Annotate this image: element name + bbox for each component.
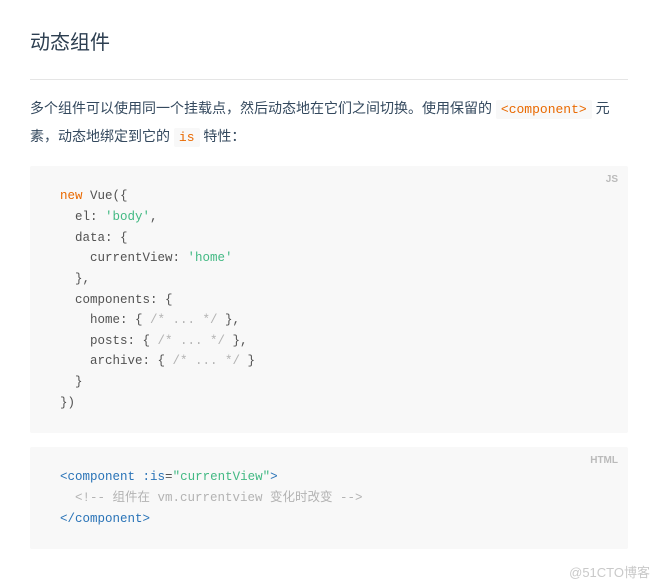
- tag-name: component: [75, 512, 143, 526]
- tag-bracket: <: [60, 470, 68, 484]
- text-segment: 多个组件可以使用同一个挂载点，然后动态地在它们之间切换。使用保留的: [30, 100, 496, 116]
- watermark: @51CTO博客: [569, 561, 650, 584]
- comment: /* ... */: [150, 313, 218, 327]
- string: 'home': [188, 251, 233, 265]
- code-text: home: {: [60, 313, 150, 327]
- comment: /* ... */: [173, 354, 241, 368]
- attr-name: :is: [135, 470, 165, 484]
- section-title: 动态组件: [30, 25, 628, 80]
- code-text: },: [218, 313, 241, 327]
- code-text: posts: {: [60, 334, 158, 348]
- language-tag: JS: [606, 172, 618, 189]
- text-segment: 特性：: [200, 128, 246, 144]
- code-block-js: JS new Vue({ el: 'body', data: { current…: [30, 166, 628, 433]
- code-text: ,: [150, 210, 158, 224]
- comment: <!-- 组件在 vm.currentview 变化时改变 -->: [75, 491, 363, 505]
- code-text: el:: [60, 210, 105, 224]
- code-text: [60, 491, 75, 505]
- code-text: =: [165, 470, 173, 484]
- tag-bracket: >: [270, 470, 278, 484]
- code-text: },: [225, 334, 248, 348]
- code-text: },: [60, 272, 90, 286]
- code-content: new Vue({ el: 'body', data: { currentVie…: [60, 186, 598, 413]
- code-text: data: {: [60, 231, 128, 245]
- tag-name: component: [68, 470, 136, 484]
- code-text: archive: {: [60, 354, 173, 368]
- intro-paragraph: 多个组件可以使用同一个挂载点，然后动态地在它们之间切换。使用保留的 <compo…: [30, 95, 628, 150]
- inline-code-component: <component>: [496, 100, 592, 119]
- string: 'body': [105, 210, 150, 224]
- language-tag: HTML: [590, 453, 618, 470]
- tag-bracket: </: [60, 512, 75, 526]
- code-text: components: {: [60, 293, 173, 307]
- string: "currentView": [173, 470, 271, 484]
- inline-code-is: is: [174, 128, 200, 147]
- code-text: currentView:: [60, 251, 188, 265]
- keyword: new: [60, 189, 83, 203]
- tag-bracket: >: [143, 512, 151, 526]
- code-content: <component :is="currentView"> <!-- 组件在 v…: [60, 467, 598, 529]
- code-text: Vue({: [83, 189, 128, 203]
- comment: /* ... */: [158, 334, 226, 348]
- code-text: }: [240, 354, 255, 368]
- code-text: }): [60, 396, 75, 410]
- code-text: }: [60, 375, 83, 389]
- code-block-html: HTML <component :is="currentView"> <!-- …: [30, 447, 628, 549]
